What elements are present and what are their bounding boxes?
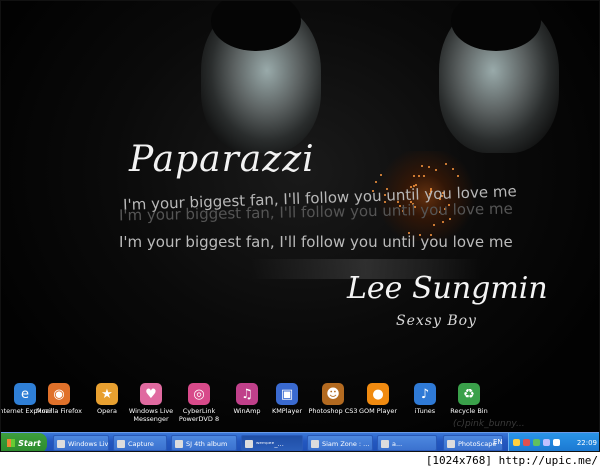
wallpaper-artist: Lee Sungmin: [347, 271, 548, 306]
tray-icon-2[interactable]: [523, 439, 530, 446]
image-footer: [1024x768] http://upic.me/: [0, 452, 600, 469]
taskbar-button[interactable]: Windows Liv...: [53, 435, 109, 451]
firefox-icon: ◉: [48, 383, 70, 405]
kmplayer-icon: ▣: [276, 383, 298, 405]
language-indicator[interactable]: EN: [493, 438, 503, 446]
window-icon: [447, 440, 455, 448]
taskbar-button[interactable]: SJ 4th album: [171, 435, 237, 451]
system-tray: EN 22:09: [493, 433, 599, 451]
sparkle-dot: [433, 223, 436, 226]
wallpaper-quote-repeat: I'm your biggest fan, I'll follow you un…: [119, 233, 513, 251]
sparkle-dot: [457, 174, 460, 177]
taskbar-button-label: ʷᵉᵐᵖᵉᵉ_...: [256, 440, 284, 448]
taskbar-button-label: Siam Zone : ...: [322, 440, 370, 448]
clock[interactable]: 22:09: [577, 439, 597, 447]
taskbar-button-label: PhotoScape: [458, 440, 497, 448]
taskbar-button-label: a...: [392, 440, 403, 448]
taskbar-button[interactable]: ʷᵉᵐᵖᵉᵉ_...: [241, 435, 303, 451]
tray-icon-3[interactable]: [533, 439, 540, 446]
photoshop-icon: ☻: [322, 383, 344, 405]
desktop-icon[interactable]: ♻ Recycle Bin: [439, 383, 499, 415]
gomplayer-icon: ●: [367, 383, 389, 405]
desktop-icons: e Internet Explorer ◉ Mozilla Firefox ★ Opera…: [1, 383, 599, 431]
itunes-icon: ♪: [414, 383, 436, 405]
start-label: Start: [18, 438, 41, 448]
taskbar-button[interactable]: Siam Zone : ...: [307, 435, 373, 451]
taskbar-button-label: SJ 4th album: [186, 440, 228, 448]
sparkle-dot: [421, 165, 423, 167]
window-icon: [57, 440, 65, 448]
window-icon: [245, 440, 253, 448]
window-icon: [175, 440, 183, 448]
messenger-icon: ♥: [140, 383, 162, 405]
wallpaper: Paparazzi I'm your biggest fan, I'll fol…: [1, 1, 599, 432]
desktop-screenshot: Paparazzi I'm your biggest fan, I'll fol…: [0, 0, 600, 452]
taskbar-button-label: Windows Liv...: [68, 440, 108, 448]
taskbar-button[interactable]: a...: [377, 435, 437, 451]
powerdvd-icon: ◎: [188, 383, 210, 405]
volume-icon[interactable]: [543, 439, 550, 446]
windows-flag-icon: [7, 439, 16, 447]
wallpaper-title: Paparazzi: [129, 139, 315, 180]
sparkle-dot: [417, 174, 420, 177]
desktop-icon-label: Recycle Bin: [450, 407, 488, 415]
taskbar-button[interactable]: Capture: [113, 435, 167, 451]
start-button[interactable]: Start: [1, 433, 47, 451]
sparkle-dot: [445, 162, 448, 165]
footer-text: [1024x768] http://upic.me/: [425, 454, 598, 467]
window-icon: [381, 440, 389, 448]
tray-icon-1[interactable]: [513, 439, 520, 446]
sparkle-dot: [412, 174, 415, 177]
window-icon: [117, 440, 125, 448]
sparkle-dot: [434, 169, 437, 172]
taskbar-button-label: Capture: [128, 440, 154, 448]
window-icon: [311, 440, 319, 448]
network-icon[interactable]: [553, 439, 560, 446]
recycle-bin-icon: ♻: [458, 383, 480, 405]
winamp-icon: ♫: [236, 383, 258, 405]
taskbar: Start Windows Liv... Capture SJ 4th album ʷ…: [1, 432, 599, 451]
wallpaper-subtitle: Sexsy Boy: [396, 313, 477, 329]
opera-icon: ★: [96, 383, 118, 405]
